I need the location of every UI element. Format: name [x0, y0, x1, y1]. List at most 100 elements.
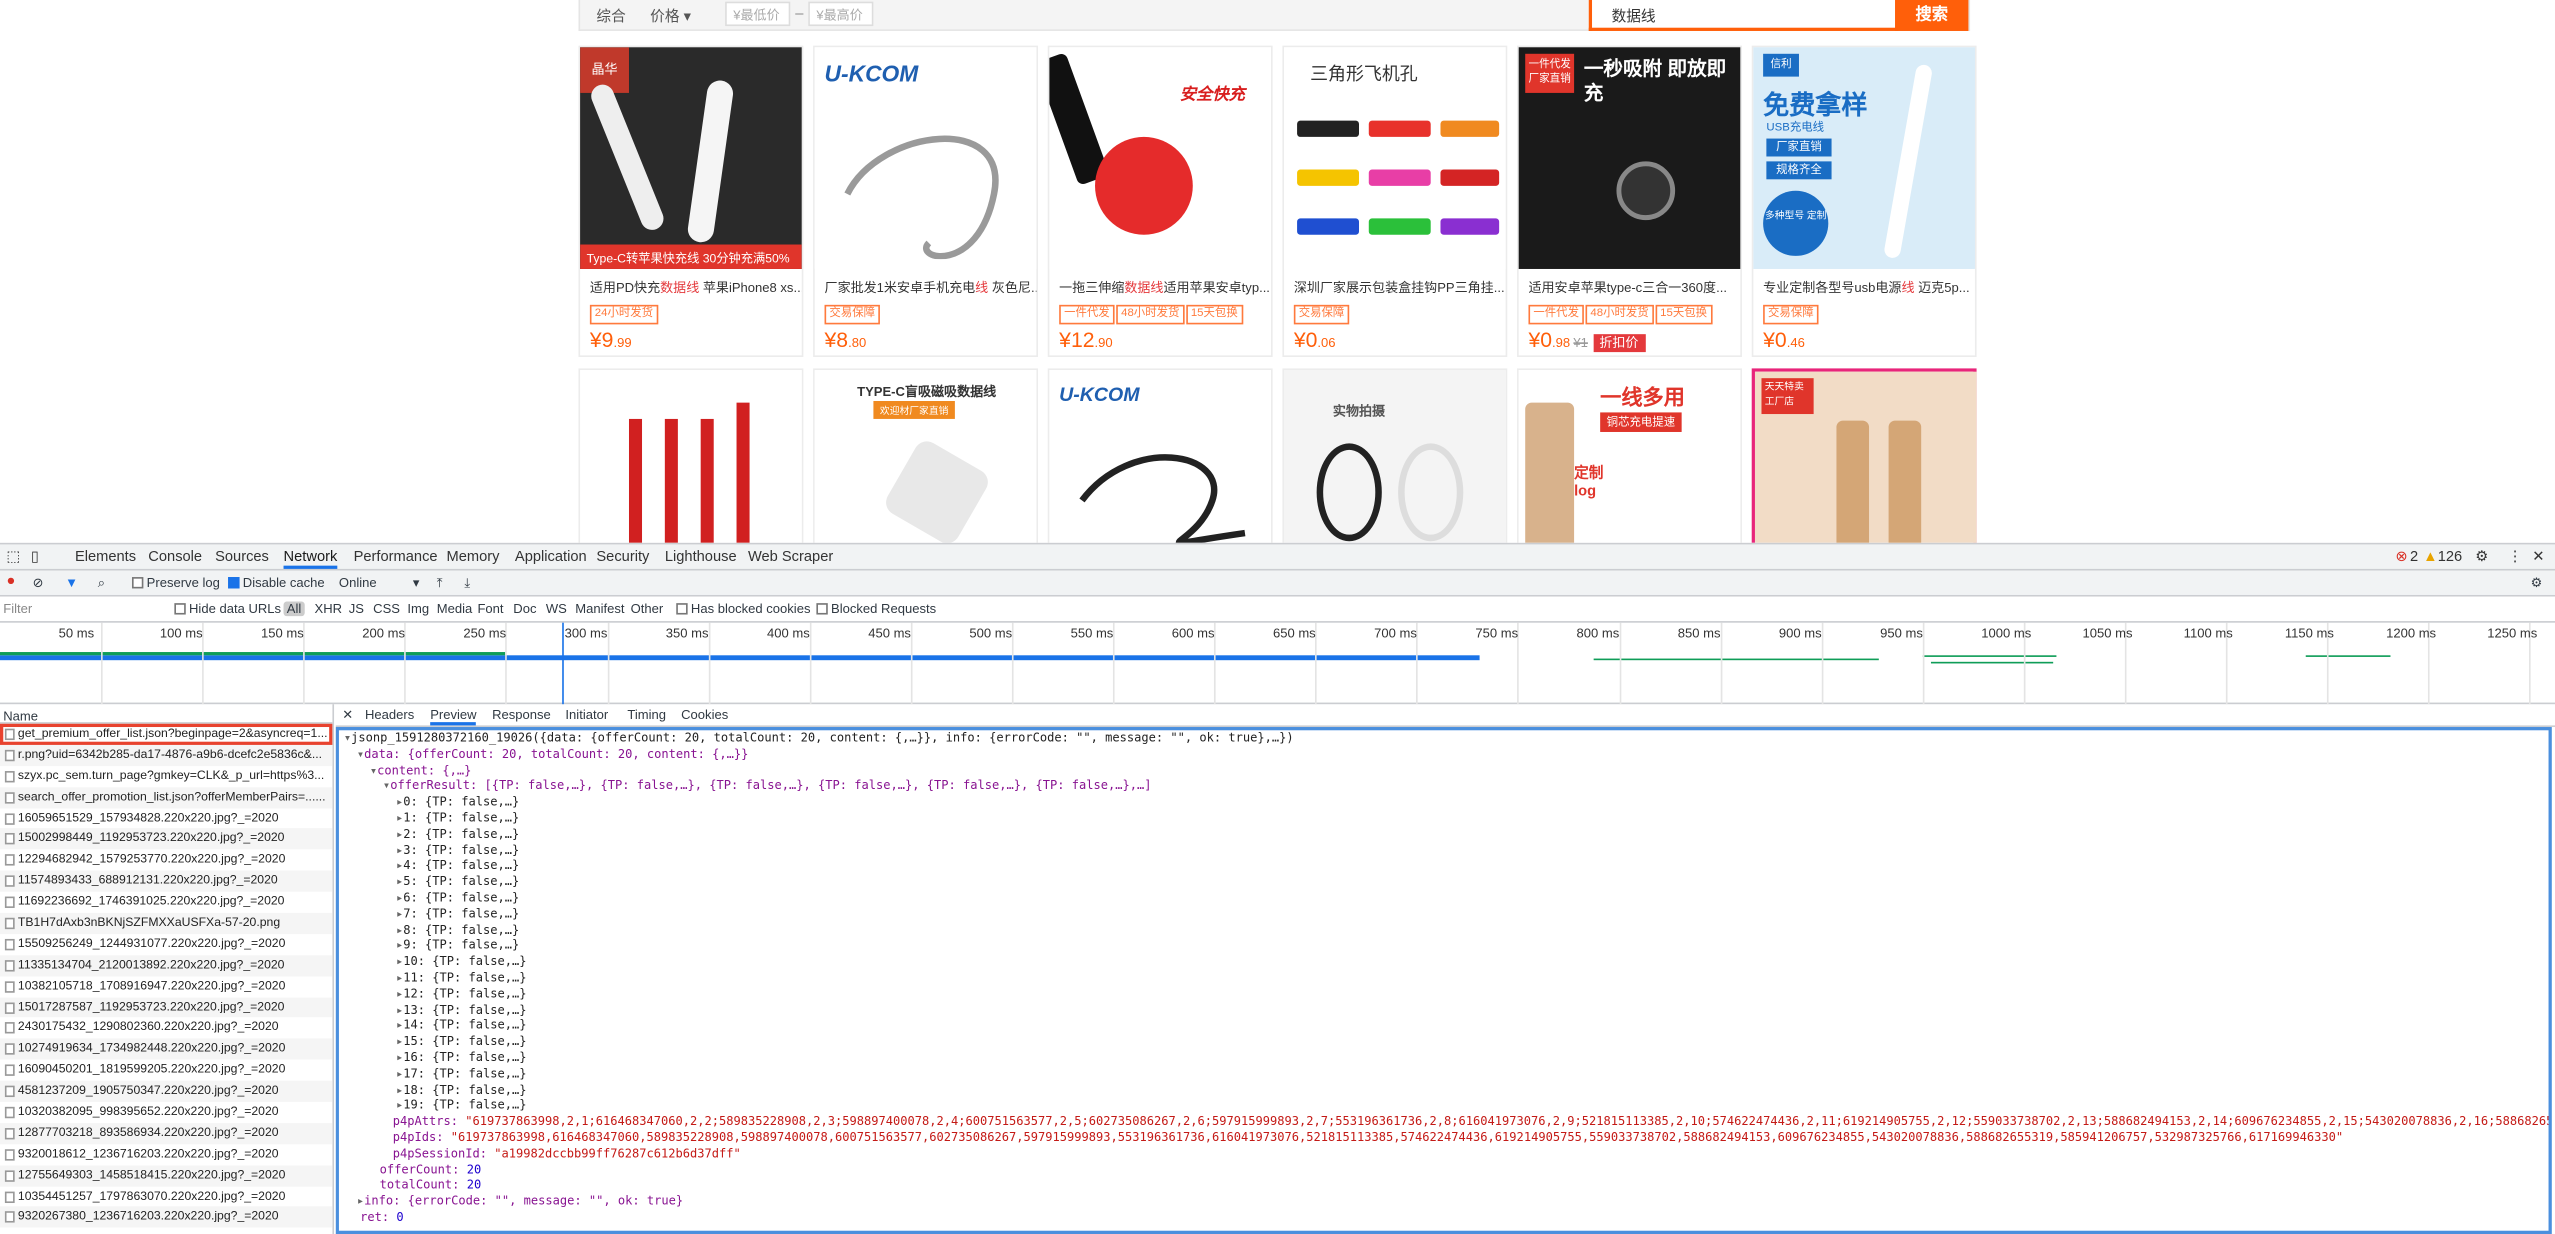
error-count[interactable]: 2: [2410, 548, 2418, 564]
json-array-item[interactable]: ▸19: {TP: false,…}: [344, 1098, 2549, 1114]
request-row[interactable]: r.png?uid=6342b285-da17-4876-a9b6-dcefc2…: [0, 744, 333, 766]
json-array-item[interactable]: ▸3: {TP: false,…}: [344, 842, 2549, 858]
network-timeline[interactable]: 50 ms 100 ms 150 ms 200 ms 250 ms 300 ms 350 m…: [0, 622, 2555, 705]
product-card[interactable]: 一线多用 铜芯充电提速 定制log: [1517, 368, 1742, 543]
json-node[interactable]: ▾offerResult: [{TP: false,…}, {TP: false…: [344, 778, 2549, 794]
product-title[interactable]: 适用安卓苹果type-c三合一360度...: [1519, 269, 1741, 298]
close-detail-icon[interactable]: ✕: [342, 707, 353, 722]
tab-initiator[interactable]: Initiator: [565, 707, 608, 722]
gear-icon[interactable]: ⚙: [2475, 548, 2488, 566]
request-row[interactable]: get_premium_offer_list.json?beginpage=2&…: [0, 723, 333, 745]
json-array-item[interactable]: ▸0: {TP: false,…}: [344, 794, 2549, 810]
product-card[interactable]: 晶华 Type-C转苹果快充线 30分钟充满50% 适用PD快充数据线 苹果iP…: [578, 45, 804, 357]
json-array-item[interactable]: ▸9: {TP: false,…}: [344, 938, 2549, 954]
network-settings-icon[interactable]: ⚙: [2531, 575, 2543, 590]
request-row[interactable]: 9320267380_1236716203.220x220.jpg?_=2020: [0, 1207, 333, 1229]
filter-type-manifest[interactable]: Manifest: [575, 602, 624, 617]
request-row[interactable]: 16090450201_1819599205.220x220.jpg?_=202…: [0, 1060, 332, 1081]
product-title[interactable]: 专业定制各型号usb电源线 迈克5p...: [1753, 269, 1975, 298]
json-array-item[interactable]: ▸13: {TP: false,…}: [344, 1002, 2549, 1018]
json-preview[interactable]: ▾jsonp_1591280372160_19026({data: {offer…: [335, 727, 2552, 1234]
request-row[interactable]: 15002998449_1192953723.220x220.jpg?_=202…: [0, 828, 333, 850]
request-row[interactable]: 11335134704_2120013892.220x220.jpg?_=202…: [0, 954, 333, 976]
filter-type-xhr[interactable]: XHR: [314, 602, 342, 617]
product-image[interactable]: TYPE-C盲吸磁吸数据线 欢迎材厂家直销: [814, 370, 1037, 543]
product-card[interactable]: 天天特卖 工厂店: [1751, 368, 1977, 543]
request-row[interactable]: 12755649303_1458518415.220x220.jpg?_=202…: [0, 1165, 333, 1187]
throttle-select[interactable]: Online ▾: [339, 575, 419, 590]
request-row[interactable]: 12294682942_1579253770.220x220.jpg?_=202…: [0, 850, 332, 871]
filter-type-css[interactable]: CSS: [373, 602, 400, 617]
request-row[interactable]: 10354451257_1797863070.220x220.jpg?_=202…: [0, 1186, 332, 1207]
json-node[interactable]: p4pAttrs: "619737863998,2,1;616468347060…: [344, 1114, 2549, 1130]
filter-type-img[interactable]: Img: [407, 602, 429, 617]
request-row[interactable]: 2430175432_1290802360.220x220.jpg?_=2020: [0, 1018, 332, 1039]
filter-type-doc[interactable]: Doc: [513, 602, 536, 617]
filter-type-all[interactable]: All: [283, 601, 305, 617]
json-node[interactable]: totalCount: 20: [344, 1177, 2549, 1193]
json-array-item[interactable]: ▸12: {TP: false,…}: [344, 986, 2549, 1002]
product-card[interactable]: U-KCOM 厂家批发1米安卓手机充电线 灰色尼... 交易保障 ¥8.80: [813, 45, 1038, 357]
error-icon[interactable]: ⊗: [2395, 548, 2407, 566]
request-row[interactable]: 11692236692_1746391025.220x220.jpg?_=202…: [0, 892, 332, 913]
disable-cache-checkbox[interactable]: Disable cache: [228, 575, 325, 590]
request-row[interactable]: search_offer_promotion_list.json?offerMe…: [0, 786, 333, 808]
tab-console[interactable]: Console: [148, 548, 202, 564]
json-array-item[interactable]: ▸17: {TP: false,…}: [344, 1066, 2549, 1082]
product-card[interactable]: 三角形飞机孔 深圳厂家展示包装盒挂钩PP三角挂... 交易保障 ¥0.06: [1282, 45, 1508, 357]
product-card[interactable]: U-KCOM: [1047, 368, 1273, 543]
more-menu-icon[interactable]: ⋮: [2508, 548, 2523, 566]
inspect-icon[interactable]: ⬚: [7, 548, 21, 566]
tab-network[interactable]: Network: [283, 548, 338, 569]
json-root[interactable]: ▾jsonp_1591280372160_19026({data: {offer…: [344, 730, 2549, 746]
json-array-item[interactable]: ▸6: {TP: false,…}: [344, 890, 2549, 906]
request-row[interactable]: 10382105718_1708916947.220x220.jpg?_=202…: [0, 976, 332, 997]
product-title[interactable]: 厂家批发1米安卓手机充电线 灰色尼...: [815, 269, 1037, 298]
record-icon[interactable]: ●: [7, 572, 16, 588]
json-array-item[interactable]: ▸18: {TP: false,…}: [344, 1082, 2549, 1098]
product-card[interactable]: 安全快充 一拖三伸缩数据线适用苹果安卓typ... 一件代发 48小时发货 15天包…: [1047, 45, 1273, 357]
product-image[interactable]: 实物拍摄: [1284, 370, 1506, 543]
filter-input[interactable]: Filter: [3, 602, 32, 617]
import-har-icon[interactable]: ⤒: [437, 575, 443, 591]
json-node[interactable]: ret: 0: [344, 1209, 2549, 1225]
product-title[interactable]: 深圳厂家展示包装盒挂钩PP三角挂...: [1284, 269, 1506, 298]
price-min-input[interactable]: ¥最低价: [725, 1, 791, 27]
product-title[interactable]: 适用PD快充数据线 苹果iPhone8 xs...: [580, 269, 802, 298]
device-toggle-icon[interactable]: ▯: [31, 548, 39, 566]
product-image[interactable]: 一线多用 铜芯充电提速 定制log: [1518, 370, 1741, 543]
search-button[interactable]: 搜索: [1895, 0, 1969, 31]
request-row[interactable]: 9320018612_1236716203.220x220.jpg?_=2020: [0, 1144, 332, 1165]
product-image[interactable]: 天天特卖 工厂店: [1754, 371, 1977, 543]
product-image[interactable]: 安全快充: [1049, 47, 1272, 269]
tab-application[interactable]: Application: [515, 548, 587, 564]
tab-cookies[interactable]: Cookies: [681, 707, 728, 722]
product-image[interactable]: 晶华 Type-C转苹果快充线 30分钟充满50%: [580, 47, 802, 269]
warning-icon[interactable]: ▲: [2423, 548, 2438, 564]
request-row[interactable]: 11574893433_688912131.220x220.jpg?_=2020: [0, 870, 333, 892]
json-node[interactable]: p4pSessionId: "a19982dccbb99ff76287c612b…: [344, 1146, 2549, 1162]
search-input[interactable]: 数据线: [1588, 0, 1899, 31]
request-row[interactable]: 15509256249_1244931077.220x220.jpg?_=202…: [0, 934, 332, 955]
preserve-log-checkbox[interactable]: Preserve log: [131, 575, 220, 590]
tab-security[interactable]: Security: [596, 548, 649, 564]
product-title[interactable]: 一拖三伸缩数据线适用苹果安卓typ...: [1049, 269, 1271, 298]
blocked-cookies-checkbox[interactable]: Has blocked cookies: [676, 602, 810, 616]
json-node[interactable]: p4pIds: "619737863998,616468347060,58983…: [344, 1130, 2549, 1146]
json-node[interactable]: offerCount: 20: [344, 1161, 2549, 1177]
json-array-item[interactable]: ▸4: {TP: false,…}: [344, 858, 2549, 874]
filter-type-js[interactable]: JS: [349, 602, 364, 617]
product-card[interactable]: 实物拍摄: [1282, 368, 1508, 543]
filter-icon[interactable]: ▼: [65, 575, 78, 590]
clear-icon[interactable]: ⊘: [33, 575, 44, 590]
tab-lighthouse[interactable]: Lighthouse: [665, 548, 737, 564]
json-array-item[interactable]: ▸1: {TP: false,…}: [344, 810, 2549, 826]
tab-elements[interactable]: Elements: [75, 548, 136, 564]
search-icon[interactable]: ⌕: [98, 575, 105, 591]
json-array-item[interactable]: ▸16: {TP: false,…}: [344, 1050, 2549, 1066]
tab-memory[interactable]: Memory: [446, 548, 499, 564]
tab-web-scraper[interactable]: Web Scraper: [748, 548, 833, 564]
json-array-item[interactable]: ▸7: {TP: false,…}: [344, 906, 2549, 922]
json-node[interactable]: ▸info: {errorCode: "", message: "", ok: …: [344, 1193, 2549, 1209]
price-max-input[interactable]: ¥最高价: [808, 1, 874, 27]
